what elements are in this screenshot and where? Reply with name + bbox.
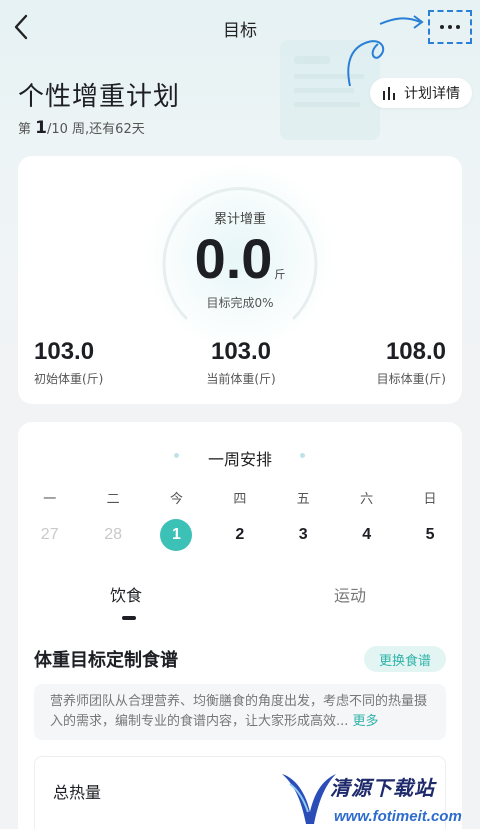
date-item[interactable]: 4 (335, 518, 398, 552)
initial-weight: 103.0 初始体重(斤) (34, 338, 104, 386)
more-link[interactable]: 更多 (353, 714, 379, 729)
recipe-title: 体重目标定制食谱 (34, 650, 178, 671)
weekday-label: 二 (106, 492, 120, 507)
weekday-row: 一 二 今 四 五 六 日 (18, 488, 462, 507)
page-title: 目标 (223, 21, 257, 41)
weekday-label: 日 (423, 492, 437, 507)
accumulated-gain-label: 累计增重 (213, 212, 266, 227)
goal-completion-text: 目标完成0% (206, 296, 274, 310)
title-dot-right (300, 453, 305, 458)
date-item[interactable]: 27 (18, 518, 81, 552)
date-row: 27 28 1 2 3 4 5 (18, 518, 462, 552)
accumulated-gain-value: 0.0 斤 (194, 227, 286, 290)
current-week: 1 (35, 118, 47, 138)
plan-name: 个性增重计划 (18, 82, 181, 112)
current-weight: 103.0 当前体重(斤) (206, 338, 276, 386)
tab-diet[interactable]: 饮食 (110, 582, 142, 606)
bar-chart-icon (383, 87, 395, 100)
date-item[interactable]: 28 (81, 518, 144, 552)
weekday-label: 四 (233, 492, 247, 507)
top-bar: 目标 (0, 0, 480, 56)
weekday-label: 六 (360, 492, 374, 507)
schedule-tabs: 饮食 运动 (18, 582, 462, 618)
schedule-title: 一周安排 (207, 450, 272, 469)
date-item[interactable]: 3 (272, 518, 335, 552)
total-calories-label: 总热量 (53, 783, 102, 802)
weekday-label: 今 (169, 492, 183, 507)
weekday-label: 一 (43, 492, 57, 507)
watermark-name: 清源下载站 (330, 776, 435, 800)
date-item[interactable]: 2 (208, 518, 271, 552)
more-button[interactable] (428, 10, 472, 44)
weekday-label: 五 (296, 492, 310, 507)
more-horizontal-icon (440, 25, 444, 29)
recipe-description: 营养师团队从合理营养、均衡膳食的角度出发，考虑不同的热量摄入的需求，编制专业的食… (34, 684, 446, 740)
plan-detail-button[interactable]: 计划详情 (370, 78, 472, 108)
date-item-today[interactable]: 1 (145, 518, 208, 552)
active-tab-indicator (122, 616, 136, 620)
weight-summary-card: 累计增重 0.0 斤 目标完成0% 103.0 初始体重(斤) 103.0 当前体… (18, 156, 462, 404)
date-item[interactable]: 5 (398, 518, 461, 552)
target-weight: 108.0 目标体重(斤) (376, 338, 446, 386)
watermark-url: www.fotimeit.com (334, 808, 462, 825)
week-progress-text: 第 1/10 周,还有62天 (18, 118, 145, 138)
change-recipe-button[interactable]: 更换食谱 (364, 646, 446, 672)
tab-exercise[interactable]: 运动 (334, 582, 366, 606)
